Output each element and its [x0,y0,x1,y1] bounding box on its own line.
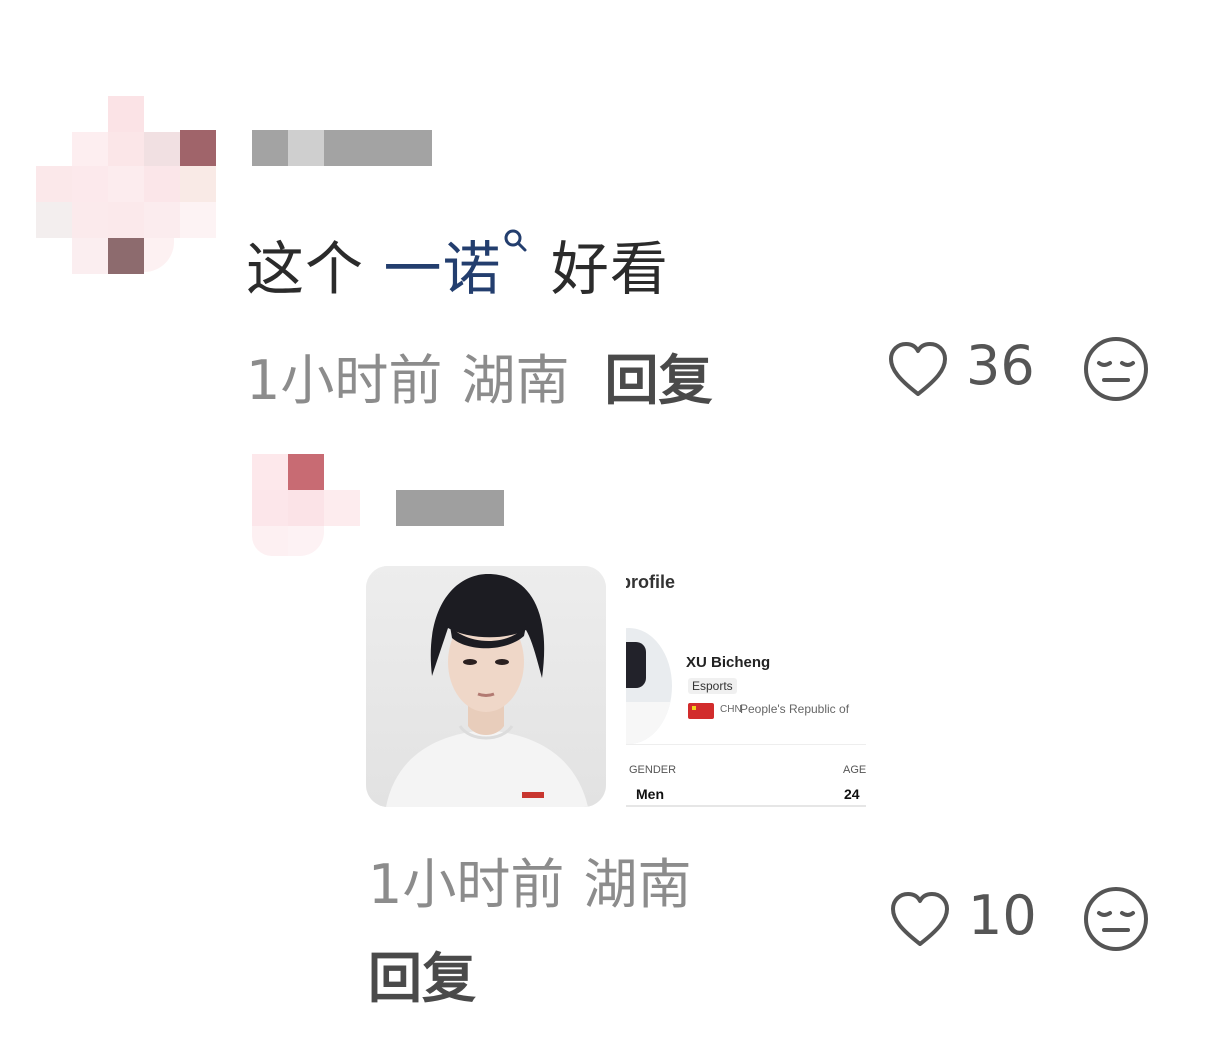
comment-time: 1小时前 [246,349,443,412]
search-icon[interactable] [501,222,531,280]
profile-photo [626,628,672,744]
country-name: People's Republic of [740,702,850,716]
profile-card-heading: profile [626,572,676,592]
reply-location: 湖南 [583,853,692,916]
avatar[interactable] [36,96,216,276]
sport-badge: Esports [688,678,737,694]
profile-card[interactable]: profile XU Bicheng Esports CHN People's … [626,566,866,807]
gender-label: GENDER [629,764,677,776]
athlete-name: XU Bicheng [686,654,771,671]
comment-location: 湖南 [461,349,570,412]
username[interactable] [252,130,432,166]
comment-text-after: 好看 [550,235,669,303]
age-label: AGE [843,764,866,776]
age-value: 24 [844,786,860,802]
reply-button[interactable]: 回复 [605,349,713,412]
neutral-face-icon[interactable] [1083,886,1149,952]
flag-icon [688,703,714,719]
comment-text-before: 这个 [246,235,365,303]
comment-meta: 1小时前 湖南 回复 [246,336,713,415]
heart-outline-icon[interactable] [886,340,950,400]
heart-outline-icon[interactable] [888,890,952,950]
reply-meta: 1小时前 湖南 [368,840,691,919]
reply-avatar[interactable] [252,454,362,562]
reply-reply-button[interactable]: 回复 [368,934,476,1013]
like-button[interactable]: 36 [886,334,1036,400]
reply-username[interactable] [396,490,504,526]
country-code: CHN [720,704,742,715]
reply-like-button[interactable]: 10 [888,884,1038,950]
comment-text: 这个 一诺 好看 [246,222,669,306]
search-link-label[interactable]: 一诺 [383,235,501,303]
reply-time: 1小时前 [368,853,565,916]
like-count: 36 [966,334,1035,397]
neutral-face-icon[interactable] [1083,336,1149,402]
gender-value: Men [636,786,664,802]
reply-like-count: 10 [968,884,1037,947]
search-link[interactable]: 一诺 [383,229,550,303]
reply-image[interactable] [366,566,606,807]
